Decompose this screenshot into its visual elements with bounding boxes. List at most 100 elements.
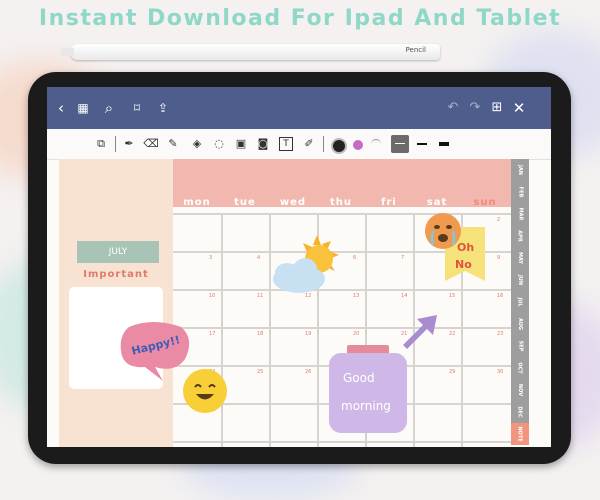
search-icon[interactable]: ⌕ [99, 98, 119, 118]
lasso-icon[interactable]: ◌ [211, 136, 227, 152]
day-label-fri: fri [381, 197, 397, 208]
date-number[interactable]: 2 [497, 217, 500, 223]
undo-icon[interactable]: ↶ [443, 98, 463, 118]
month-tab-sep[interactable]: SEP [511, 335, 529, 358]
month-tab-label: NOTE [516, 426, 523, 442]
toolbar-divider [115, 136, 116, 152]
close-icon[interactable]: ✕ [509, 98, 529, 118]
apple-pencil: Pencil [60, 44, 440, 60]
month-tab-note[interactable]: NOTE [511, 423, 529, 446]
good-sticker-text: Good [343, 371, 375, 385]
highlighter-icon[interactable]: ✐ [301, 136, 317, 152]
date-number[interactable]: 25 [257, 369, 263, 375]
month-sidebar: JULY Important [59, 159, 173, 447]
month-tab-jul[interactable]: JUL [511, 291, 529, 314]
date-number[interactable]: 20 [353, 331, 359, 337]
date-number[interactable]: 4 [257, 255, 260, 261]
shapes-icon[interactable]: ◈ [189, 136, 205, 152]
month-tab-may[interactable]: MAY [511, 247, 529, 270]
camera-icon[interactable]: ◙ [255, 136, 271, 152]
no-sticker-text: No [455, 258, 472, 271]
month-tab-label: DEC [517, 406, 523, 418]
month-tab-label: NOV [516, 383, 523, 397]
date-number[interactable]: 19 [305, 331, 311, 337]
date-number[interactable]: 26 [305, 369, 311, 375]
date-number[interactable]: 13 [353, 293, 359, 299]
oh-sticker-text: Oh [457, 241, 475, 254]
color-swatch-white[interactable] [371, 139, 381, 150]
month-tab-oct[interactable]: OCT [511, 357, 529, 380]
color-swatch-black[interactable] [331, 138, 347, 154]
month-tab-label: APR [516, 230, 523, 242]
eraser-icon[interactable]: ⌫ [143, 136, 159, 152]
day-label-tue: tue [234, 197, 256, 208]
month-tabs: JAN FEB MAR APR MAY JUN JUL AUG SEP OCT NOV DEC NOTE [511, 159, 529, 447]
page-headline: Instant Download For Ipad And Tablet [38, 6, 562, 31]
date-number[interactable]: 29 [449, 369, 455, 375]
good-morning-sticker[interactable]: Good morning [329, 345, 407, 437]
month-tab-label: MAY [517, 252, 523, 264]
date-number[interactable]: 6 [353, 255, 356, 261]
date-number[interactable]: 3 [209, 255, 212, 261]
date-number[interactable]: 15 [449, 293, 455, 299]
bookmark-icon[interactable]: ⌑ [127, 98, 147, 118]
text-icon[interactable]: T [279, 137, 293, 151]
grid-icon[interactable]: ▦ [73, 98, 93, 118]
stroke-thin-button[interactable] [391, 135, 409, 153]
color-swatch-purple[interactable] [353, 140, 363, 150]
month-tab-label: SEP [517, 340, 523, 352]
stroke-thick-button[interactable] [439, 142, 449, 146]
month-tab-feb[interactable]: FEB [511, 181, 529, 204]
month-tab-label: JUN [516, 274, 523, 286]
month-tab-nov[interactable]: NOV [511, 379, 529, 402]
important-heading: Important [83, 269, 149, 280]
stroke-medium-button[interactable] [417, 143, 427, 145]
month-tab-label: JAN [516, 165, 523, 175]
date-number[interactable]: 18 [257, 331, 263, 337]
date-number[interactable]: 11 [257, 293, 263, 299]
crying-emoji-sticker[interactable]: Oh No [423, 211, 493, 289]
month-tab-apr[interactable]: APR [511, 225, 529, 248]
pencil-icon[interactable]: ✎ [165, 136, 181, 152]
sun-cloud-sticker[interactable] [265, 233, 345, 297]
month-tab-label: OCT [517, 362, 523, 374]
month-tab-jan[interactable]: JAN [511, 159, 529, 182]
date-number[interactable]: 30 [497, 369, 503, 375]
month-tab-label: FEB [517, 186, 523, 198]
back-icon[interactable]: ‹ [51, 98, 71, 118]
add-page-icon[interactable]: ⊞ [487, 98, 507, 118]
day-label-wed: wed [279, 197, 307, 208]
image-icon[interactable]: ▣ [233, 136, 249, 152]
smiley-sticker[interactable] [181, 367, 229, 415]
month-tab-mar[interactable]: MAR [511, 203, 529, 226]
date-number[interactable]: 7 [401, 255, 404, 261]
morning-sticker-text: morning [341, 399, 391, 413]
pencil-label: Pencil [405, 46, 426, 54]
date-number[interactable]: 16 [497, 293, 503, 299]
date-number[interactable]: 14 [401, 293, 407, 299]
date-number[interactable]: 22 [449, 331, 455, 337]
date-number[interactable]: 23 [497, 331, 503, 337]
month-tab-aug[interactable]: AUG [511, 313, 529, 336]
share-icon[interactable]: ⇪ [153, 98, 173, 118]
date-number[interactable]: 17 [209, 331, 215, 337]
top-navigation-bar: ‹ ▦ ⌕ ⌑ ⇪ ↶ ↷ ⊞ ✕ [47, 87, 551, 129]
day-label-thu: thu [329, 197, 353, 208]
grid-line [173, 441, 513, 443]
calendar-header: mon tue wed thu fri sat sun [173, 159, 513, 208]
month-tab-label: MAR [516, 207, 523, 221]
date-number[interactable]: 10 [209, 293, 215, 299]
month-tab-label: AUG [516, 318, 523, 330]
document-icon[interactable]: ⧉ [93, 136, 109, 152]
toolbar-divider [323, 136, 324, 152]
day-label-mon: mon [183, 197, 211, 208]
grid-line [173, 327, 513, 329]
redo-icon[interactable]: ↷ [465, 98, 485, 118]
sticker-note-card [329, 353, 407, 433]
pen-icon[interactable]: ✒ [121, 136, 137, 152]
planner-screen: ‹ ▦ ⌕ ⌑ ⇪ ↶ ↷ ⊞ ✕ ⧉ ✒ ⌫ ✎ ◈ ◌ ▣ ◙ T ✐ JU… [47, 87, 551, 447]
date-number[interactable]: 9 [497, 255, 500, 261]
month-tab-jun[interactable]: JUN [511, 269, 529, 292]
drawing-toolbar: ⧉ ✒ ⌫ ✎ ◈ ◌ ▣ ◙ T ✐ [47, 129, 551, 160]
month-tab-dec[interactable]: DEC [511, 401, 529, 424]
